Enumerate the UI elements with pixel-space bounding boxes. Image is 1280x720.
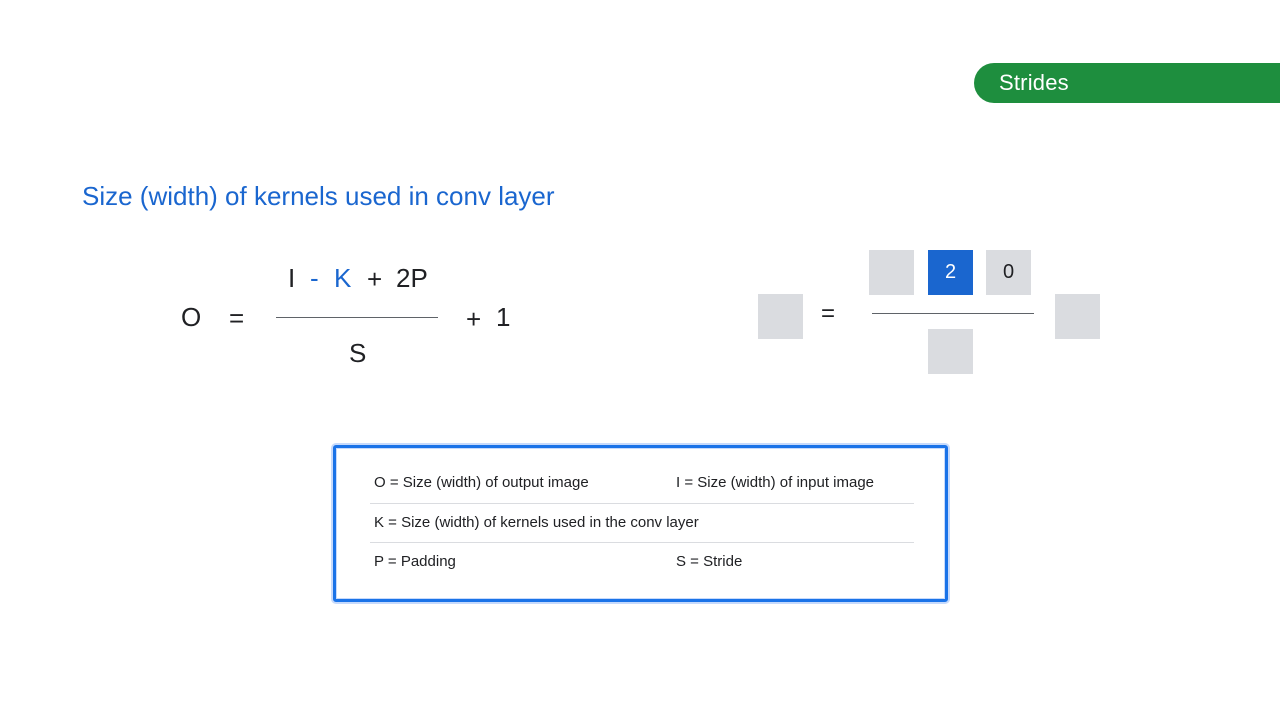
formula-padding-term: 2P — [396, 263, 428, 293]
legend-input-definition: I = Size (width) of input image — [676, 473, 875, 491]
stride-placeholder-box — [928, 329, 973, 374]
formula-stride-symbol: S — [349, 338, 367, 368]
formula-one: 1 — [496, 302, 511, 332]
formula-plus-sign: + — [367, 264, 383, 294]
placeholder-equals-sign: = — [821, 300, 836, 327]
formula-output-symbol: O — [181, 302, 202, 332]
input-placeholder-box — [869, 250, 914, 295]
placeholder-fraction-bar — [872, 313, 1034, 314]
padding-value-box: 0 — [986, 250, 1031, 295]
slide-heading: Size (width) of kernels used in conv lay… — [82, 181, 555, 211]
output-placeholder-box — [758, 294, 803, 339]
variable-legend-table: O = Size (width) of output image I = Siz… — [333, 445, 948, 602]
formula-input-symbol: I — [288, 263, 296, 293]
formula-kernel-symbol: K — [334, 263, 352, 293]
legend-stride-definition: S = Stride — [676, 552, 743, 570]
legend-kernel-definition: K = Size (width) of kernels used in the … — [374, 513, 699, 531]
section-tag-label: Strides — [999, 70, 1069, 95]
plus-one-placeholder-box — [1055, 294, 1100, 339]
legend-row: O = Size (width) of output image I = Siz… — [370, 463, 914, 501]
formula-minus-sign: - — [310, 263, 319, 293]
formula-equals-sign: = — [229, 303, 245, 333]
legend-row: K = Size (width) of kernels used in the … — [370, 503, 914, 541]
kernel-value-box: 2 — [928, 250, 973, 295]
legend-output-definition: O = Size (width) of output image — [374, 473, 589, 491]
formula-plus-one-sign: + — [466, 304, 482, 334]
legend-padding-definition: P = Padding — [374, 552, 456, 570]
section-tag-strides: Strides — [974, 63, 1280, 103]
formula-fraction-bar — [276, 317, 438, 318]
legend-row: P = Padding S = Stride — [370, 542, 914, 580]
